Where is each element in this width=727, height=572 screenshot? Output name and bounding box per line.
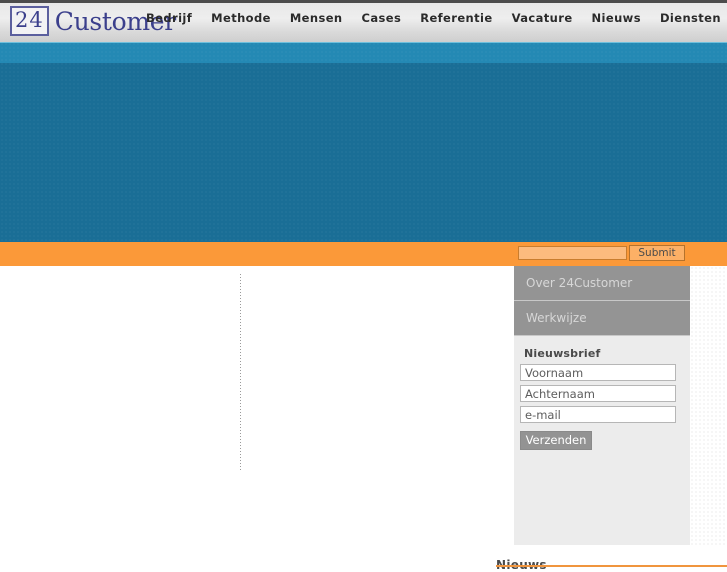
sidebar-item-label: Werkwijze [526,311,587,325]
newsletter-title: Nieuwsbrief [524,347,601,360]
nav-item-cases[interactable]: Cases [362,11,402,25]
newsletter-firstname-input[interactable] [520,364,676,381]
search-input[interactable] [518,246,627,260]
page-title-underline [496,565,727,567]
main-content: Nieuws [240,266,727,572]
nav-item-bedrijf[interactable]: Bedrijf [146,11,192,25]
nav-item-vacature[interactable]: Vacature [512,11,573,25]
sidebar-item-over-24customer[interactable]: Over 24Customer [514,266,690,301]
site-header: 24 Customer Bedrijf Methode Mensen Cases… [0,0,727,42]
nav-item-referentie[interactable]: Referentie [420,11,492,25]
hero-dot-texture [0,42,727,242]
newsletter-lastname-input[interactable] [520,385,676,402]
search-submit-button[interactable]: Submit [629,245,685,261]
sidebar-item-label: Over 24Customer [526,276,633,290]
nav-item-nieuws[interactable]: Nieuws [592,11,641,25]
nav-item-mensen[interactable]: Mensen [290,11,343,25]
nav-item-methode[interactable]: Methode [211,11,271,25]
logo-badge-24: 24 [10,6,49,36]
nav-item-diensten[interactable]: Diensten [660,11,721,25]
right-sidebar: Over 24Customer Werkwijze Nieuwsbrief Ve… [514,266,690,545]
hero-banner [0,42,727,242]
sidebar-item-werkwijze[interactable]: Werkwijze [514,301,690,336]
main-navigation: Bedrijf Methode Mensen Cases Referentie … [146,7,727,29]
newsletter-email-input[interactable] [520,406,676,423]
sidebar-dot-texture [690,266,727,545]
newsletter-submit-button[interactable]: Verzenden [520,431,592,450]
